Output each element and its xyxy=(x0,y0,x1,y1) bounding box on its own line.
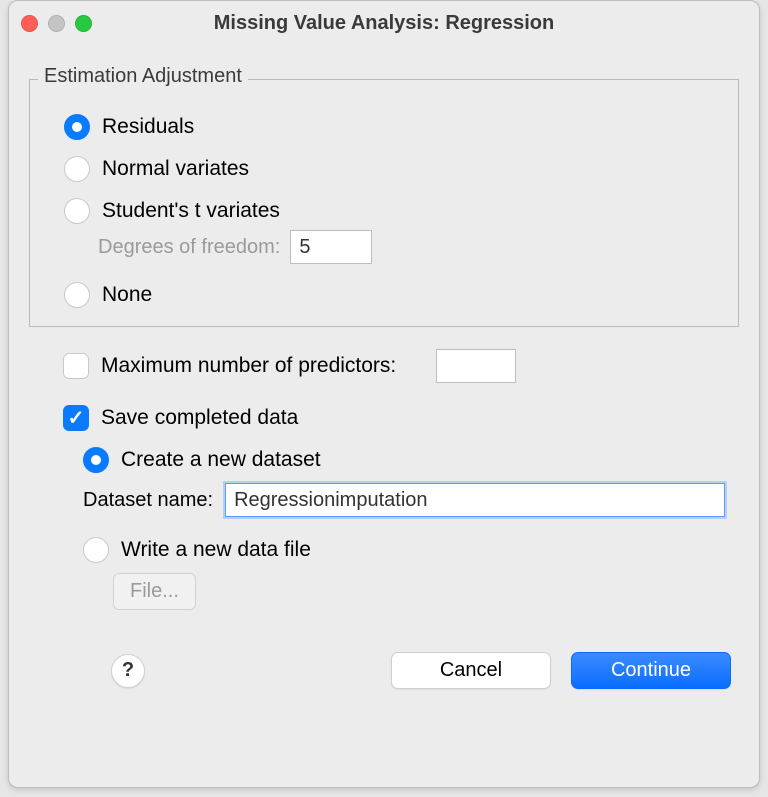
save-completed-row[interactable]: Save completed data xyxy=(63,405,739,431)
radio-write-file[interactable] xyxy=(83,537,109,563)
window-title: Missing Value Analysis: Regression xyxy=(9,12,759,35)
radio-none[interactable] xyxy=(64,282,90,308)
checkbox-max-predictors[interactable] xyxy=(63,353,89,379)
group-legend: Estimation Adjustment xyxy=(38,65,248,88)
save-section: Save completed data Create a new dataset… xyxy=(29,405,739,610)
radio-create-dataset-row[interactable]: Create a new dataset xyxy=(83,447,739,473)
max-predictors-section: Maximum number of predictors: xyxy=(29,349,739,383)
file-button: File... xyxy=(113,573,196,610)
dialog-content: Estimation Adjustment Residuals Normal v… xyxy=(9,45,759,707)
radio-student-row[interactable]: Student's t variates xyxy=(64,198,724,224)
minimize-icon xyxy=(48,15,65,32)
dof-row: Degrees of freedom: xyxy=(98,230,724,264)
radio-student-label: Student's t variates xyxy=(102,199,280,223)
radio-normal-row[interactable]: Normal variates xyxy=(64,156,724,182)
radio-none-row[interactable]: None xyxy=(64,282,724,308)
estimation-adjustment-group: Estimation Adjustment Residuals Normal v… xyxy=(29,79,739,327)
dof-input[interactable] xyxy=(290,230,372,264)
max-predictors-input[interactable] xyxy=(436,349,516,383)
dataset-name-row: Dataset name: xyxy=(83,483,739,517)
radio-normal-variates[interactable] xyxy=(64,156,90,182)
save-completed-label: Save completed data xyxy=(101,406,298,430)
close-icon[interactable] xyxy=(21,15,38,32)
radio-residuals-row[interactable]: Residuals xyxy=(64,114,724,140)
radio-none-label: None xyxy=(102,283,152,307)
radio-write-file-label: Write a new data file xyxy=(121,538,311,562)
dataset-name-input[interactable] xyxy=(225,483,725,517)
radio-create-dataset[interactable] xyxy=(83,447,109,473)
cancel-button[interactable]: Cancel xyxy=(391,652,551,689)
radio-create-dataset-label: Create a new dataset xyxy=(121,448,321,472)
titlebar: Missing Value Analysis: Regression xyxy=(9,1,759,45)
radio-residuals[interactable] xyxy=(64,114,90,140)
dialog-button-row: ? Cancel Continue xyxy=(29,652,739,689)
radio-student-t[interactable] xyxy=(64,198,90,224)
zoom-icon[interactable] xyxy=(75,15,92,32)
continue-button[interactable]: Continue xyxy=(571,652,731,689)
window-controls xyxy=(21,15,92,32)
dialog-window: Missing Value Analysis: Regression Estim… xyxy=(8,0,760,788)
max-predictors-label: Maximum number of predictors: xyxy=(101,354,396,378)
help-button[interactable]: ? xyxy=(111,654,145,688)
max-predictors-row[interactable]: Maximum number of predictors: xyxy=(63,349,739,383)
radio-write-file-row[interactable]: Write a new data file xyxy=(83,537,739,563)
dof-label: Degrees of freedom: xyxy=(98,236,280,259)
radio-normal-label: Normal variates xyxy=(102,157,249,181)
checkbox-save-completed[interactable] xyxy=(63,405,89,431)
dataset-name-label: Dataset name: xyxy=(83,489,213,512)
radio-residuals-label: Residuals xyxy=(102,115,194,139)
file-button-wrap: File... xyxy=(113,573,739,610)
